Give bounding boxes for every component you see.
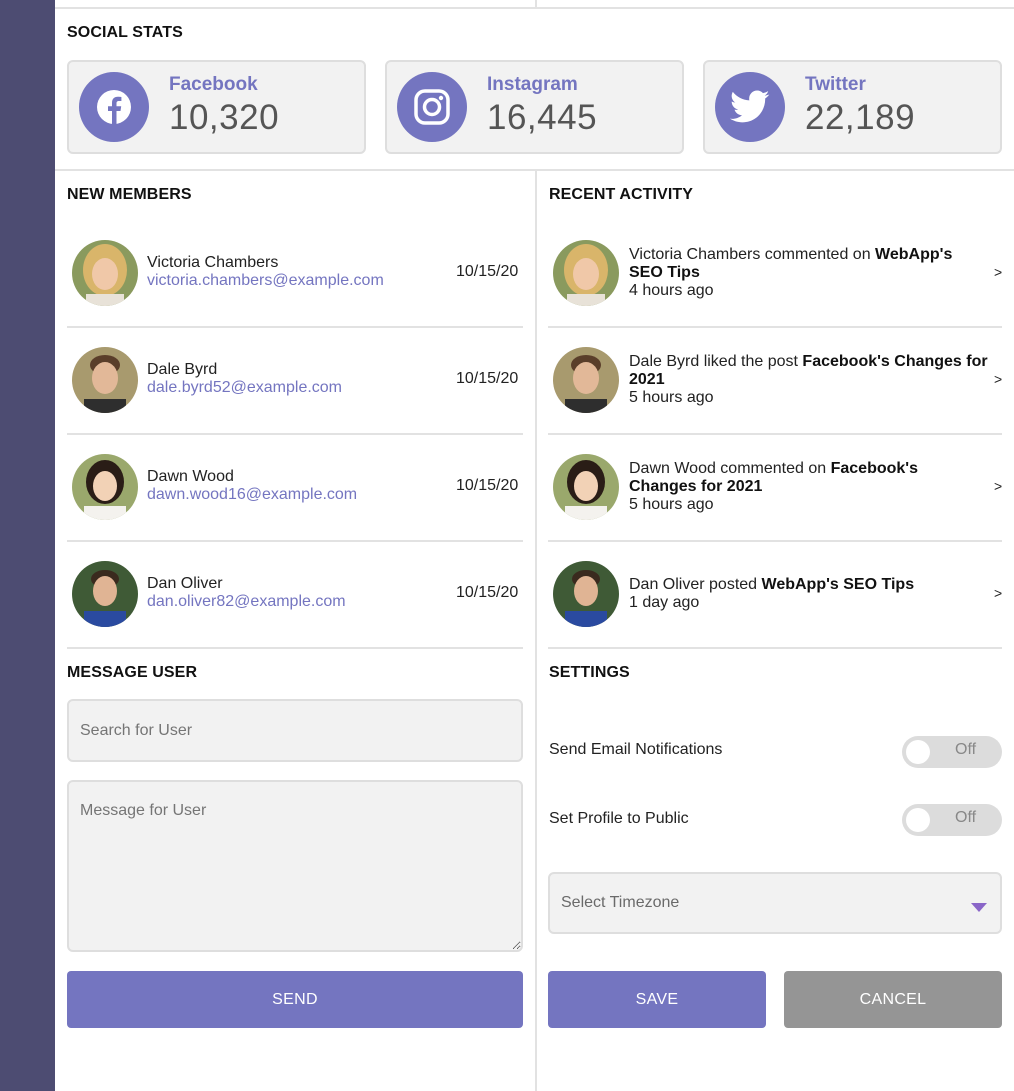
cancel-button[interactable]: CANCEL [784, 971, 1002, 1028]
sidebar [0, 0, 55, 1091]
facebook-stat-value: 10,320 [169, 98, 280, 137]
activity-target: WebApp's SEO Tips [761, 576, 915, 593]
member-date: 10/15/20 [456, 477, 519, 494]
timezone-placeholder: Select Timezone [561, 894, 680, 911]
toggle-state: Off [955, 741, 977, 758]
row-divider [548, 326, 1002, 328]
avatar [553, 240, 619, 306]
new-members-title: NEW MEMBERS [67, 186, 192, 203]
divider-columns [535, 170, 537, 1091]
member-email[interactable]: dale.byrd52@example.com [147, 379, 342, 397]
activity-time: 4 hours ago [629, 282, 714, 299]
member-name: Dawn Wood [147, 468, 234, 485]
member-email[interactable]: dan.oliver82@example.com [147, 593, 346, 611]
avatar [553, 561, 619, 627]
timezone-select[interactable]: Select Timezone [548, 872, 1002, 934]
recent-activity-title: RECENT ACTIVITY [549, 186, 694, 203]
avatar [72, 347, 138, 413]
divider-top-stub [535, 0, 537, 8]
activity-text: Dan Oliver posted WebApp's SEO Tips [629, 576, 915, 593]
profile-public-toggle[interactable]: Off [902, 804, 1002, 836]
search-user-input[interactable] [67, 699, 523, 762]
chevron-right-icon[interactable]: > [994, 371, 1002, 387]
row-divider [548, 540, 1002, 542]
twitter-stat-name: Twitter [805, 74, 866, 95]
facebook-stat-card: Facebook 10,320 [67, 60, 366, 154]
facebook-icon [79, 72, 149, 142]
activity-time: 1 day ago [629, 594, 700, 611]
profile-public-label: Set Profile to Public [549, 810, 689, 827]
settings-title: SETTINGS [549, 664, 630, 681]
save-button[interactable]: SAVE [548, 971, 766, 1028]
twitter-stat-value: 22,189 [805, 98, 916, 137]
email-notifications-label: Send Email Notifications [549, 741, 723, 758]
activity-time: 5 hours ago [629, 389, 714, 406]
social-stats-title: SOCIAL STATS [67, 24, 183, 41]
avatar [72, 454, 138, 520]
member-email[interactable]: victoria.chambers@example.com [147, 272, 384, 290]
chevron-right-icon[interactable]: > [994, 585, 1002, 601]
chevron-right-icon[interactable]: > [994, 478, 1002, 494]
email-notifications-toggle[interactable]: Off [902, 736, 1002, 768]
member-name: Dan Oliver [147, 575, 223, 592]
member-date: 10/15/20 [456, 584, 519, 601]
member-name: Dale Byrd [147, 361, 218, 378]
message-user-title: MESSAGE USER [67, 664, 198, 681]
activity-text: Dawn Wood commented on Facebook's Change… [629, 460, 918, 495]
avatar [72, 240, 138, 306]
instagram-stat-value: 16,445 [487, 98, 598, 137]
twitter-stat-card: Twitter 22,189 [703, 60, 1002, 154]
avatar [72, 561, 138, 627]
row-divider [67, 540, 523, 542]
activity-time: 5 hours ago [629, 496, 714, 513]
member-name: Victoria Chambers [147, 254, 279, 271]
instagram-icon [397, 72, 467, 142]
member-date: 10/15/20 [456, 370, 519, 387]
row-divider [548, 647, 1002, 649]
message-textarea[interactable] [67, 780, 523, 952]
row-divider [67, 326, 523, 328]
toggle-knob [906, 808, 930, 832]
avatar [553, 347, 619, 413]
avatar [553, 454, 619, 520]
instagram-stat-name: Instagram [487, 74, 578, 95]
member-email[interactable]: dawn.wood16@example.com [147, 486, 357, 504]
row-divider [67, 647, 523, 649]
twitter-icon [715, 72, 785, 142]
row-divider [548, 433, 1002, 435]
instagram-stat-card: Instagram 16,445 [385, 60, 684, 154]
facebook-stat-name: Facebook [169, 74, 258, 95]
toggle-knob [906, 740, 930, 764]
send-button[interactable]: SEND [67, 971, 523, 1028]
chevron-right-icon[interactable]: > [994, 264, 1002, 280]
member-date: 10/15/20 [456, 263, 519, 280]
toggle-state: Off [955, 809, 977, 826]
row-divider [67, 433, 523, 435]
chevron-down-icon [971, 903, 987, 912]
activity-text: Dale Byrd liked the post Facebook's Chan… [629, 353, 988, 388]
activity-text: Victoria Chambers commented on WebApp's … [629, 246, 953, 281]
